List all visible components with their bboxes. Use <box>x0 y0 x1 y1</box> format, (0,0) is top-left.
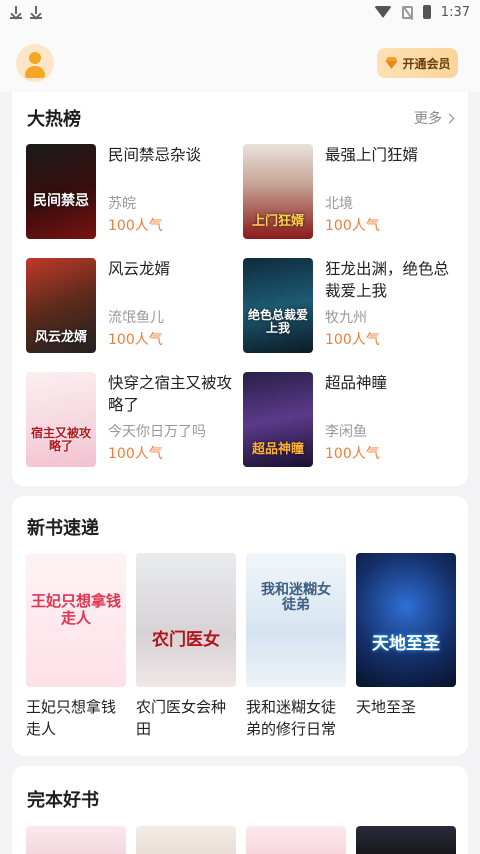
app-header: 开通会员 <box>0 24 480 92</box>
new-book-item[interactable]: 王妃只想拿钱走人 王妃只想拿钱走人 <box>26 553 126 740</box>
book-author: 苏皖 <box>108 196 136 212</box>
no-signal-icon <box>401 5 413 19</box>
book-cover: 上门狂婿 <box>243 144 313 239</box>
cover-title: 宿主又被攻略了 <box>30 425 91 453</box>
cover-title: 王妃只想拿钱走人 <box>30 592 121 627</box>
hot-ranking-card: 大热榜 更多 民间禁忌 民间禁忌杂谈 苏皖 100人气 上门狂婿 最强上门狂婿 … <box>12 92 468 486</box>
vip-label: 开通会员 <box>402 56 451 71</box>
book-popularity: 100人气 <box>108 332 163 348</box>
vip-button[interactable]: 开通会员 <box>377 48 458 78</box>
more-button[interactable]: 更多 <box>414 108 455 128</box>
user-icon <box>29 52 41 64</box>
book-title: 农门医女会种田 <box>136 698 227 738</box>
hot-book-item[interactable]: 超品神瞳 超品神瞳 李闲鱼 100人气 <box>243 372 453 468</box>
hot-book-item[interactable]: 绝色总裁爱上我 狂龙出渊，绝色总裁爱上我 牧九州 100人气 <box>243 258 453 354</box>
cover-title: 我和迷糊女徒弟 <box>261 582 331 614</box>
chevron-right-icon <box>444 113 455 123</box>
book-cover: 我和迷糊女徒弟 <box>246 553 346 687</box>
book-cover: 超品神瞳 <box>243 372 313 467</box>
new-book-item[interactable]: 我和迷糊女徒弟 我和迷糊女徒弟的修行日常 <box>246 553 346 740</box>
book-cover[interactable] <box>26 826 126 854</box>
wifi-icon <box>373 6 392 18</box>
hot-book-item[interactable]: 宿主又被攻略了 快穿之宿主又被攻略了 今天你日万了吗 100人气 <box>26 372 236 468</box>
book-author: 牧九州 <box>325 310 367 326</box>
section-title-completed: 完本好书 <box>27 790 99 811</box>
book-cover: 农门医女 <box>136 553 236 687</box>
new-book-item[interactable]: 农门医女 农门医女会种田 <box>136 553 236 740</box>
book-title: 超品神瞳 <box>325 374 388 392</box>
book-popularity: 100人气 <box>108 446 163 462</box>
section-title-new: 新书速递 <box>27 518 99 539</box>
book-title: 快穿之宿主又被攻略了 <box>108 374 233 414</box>
completed-books-card: 完本好书 <box>12 766 468 854</box>
download-icon <box>30 5 42 19</box>
book-author: 今天你日万了吗 <box>108 424 206 440</box>
cover-title: 绝色总裁爱上我 <box>247 307 308 335</box>
book-author: 李闲鱼 <box>325 424 367 440</box>
download-icon <box>10 5 22 19</box>
book-popularity: 100人气 <box>325 446 380 462</box>
section-title-hot: 大热榜 <box>27 109 81 130</box>
cover-title: 上门狂婿 <box>251 213 304 229</box>
cover-title: 民间禁忌 <box>33 192 89 209</box>
diamond-icon <box>384 57 398 69</box>
new-books-card: 新书速递 王妃只想拿钱走人 王妃只想拿钱走人 农门医女 农门医女会种田 我和迷糊… <box>12 496 468 756</box>
book-title: 最强上门狂婿 <box>325 146 419 164</box>
book-author: 流氓鱼儿 <box>108 310 164 326</box>
book-cover: 王妃只想拿钱走人 <box>26 553 126 687</box>
book-cover: 民间禁忌 <box>26 144 96 239</box>
hot-book-item[interactable]: 上门狂婿 最强上门狂婿 北境 100人气 <box>243 144 453 240</box>
more-label: 更多 <box>414 111 442 127</box>
status-time: 1:37 <box>440 4 470 20</box>
book-title: 民间禁忌杂谈 <box>108 146 202 164</box>
cover-title: 超品神瞳 <box>251 441 304 457</box>
book-cover[interactable] <box>246 826 346 854</box>
book-author: 北境 <box>325 196 353 212</box>
avatar[interactable] <box>16 44 54 82</box>
book-cover: 绝色总裁爱上我 <box>243 258 313 353</box>
book-title: 风云龙婿 <box>108 260 171 278</box>
user-icon-body <box>25 66 45 78</box>
book-title: 王妃只想拿钱走人 <box>26 698 117 738</box>
cover-title: 农门医女 <box>152 630 220 650</box>
book-cover: 风云龙婿 <box>26 258 96 353</box>
book-title: 我和迷糊女徒弟的修行日常 <box>246 698 337 738</box>
book-popularity: 100人气 <box>325 218 380 234</box>
book-cover[interactable] <box>136 826 236 854</box>
cover-title: 风云龙婿 <box>34 329 87 345</box>
book-popularity: 100人气 <box>108 218 163 234</box>
book-title: 狂龙出渊，绝色总裁爱上我 <box>325 260 450 300</box>
book-cover[interactable] <box>356 826 456 854</box>
cover-title: 天地至圣 <box>372 634 440 654</box>
book-popularity: 100人气 <box>325 332 380 348</box>
hot-book-item[interactable]: 风云龙婿 风云龙婿 流氓鱼儿 100人气 <box>26 258 236 354</box>
battery-icon <box>422 5 431 19</box>
book-cover: 宿主又被攻略了 <box>26 372 96 467</box>
book-title: 天地至圣 <box>356 698 417 716</box>
status-bar: 1:37 <box>0 0 480 24</box>
book-cover: 天地至圣 <box>356 553 456 687</box>
new-book-item[interactable]: 天地至圣 天地至圣 <box>356 553 456 718</box>
hot-book-item[interactable]: 民间禁忌 民间禁忌杂谈 苏皖 100人气 <box>26 144 236 240</box>
